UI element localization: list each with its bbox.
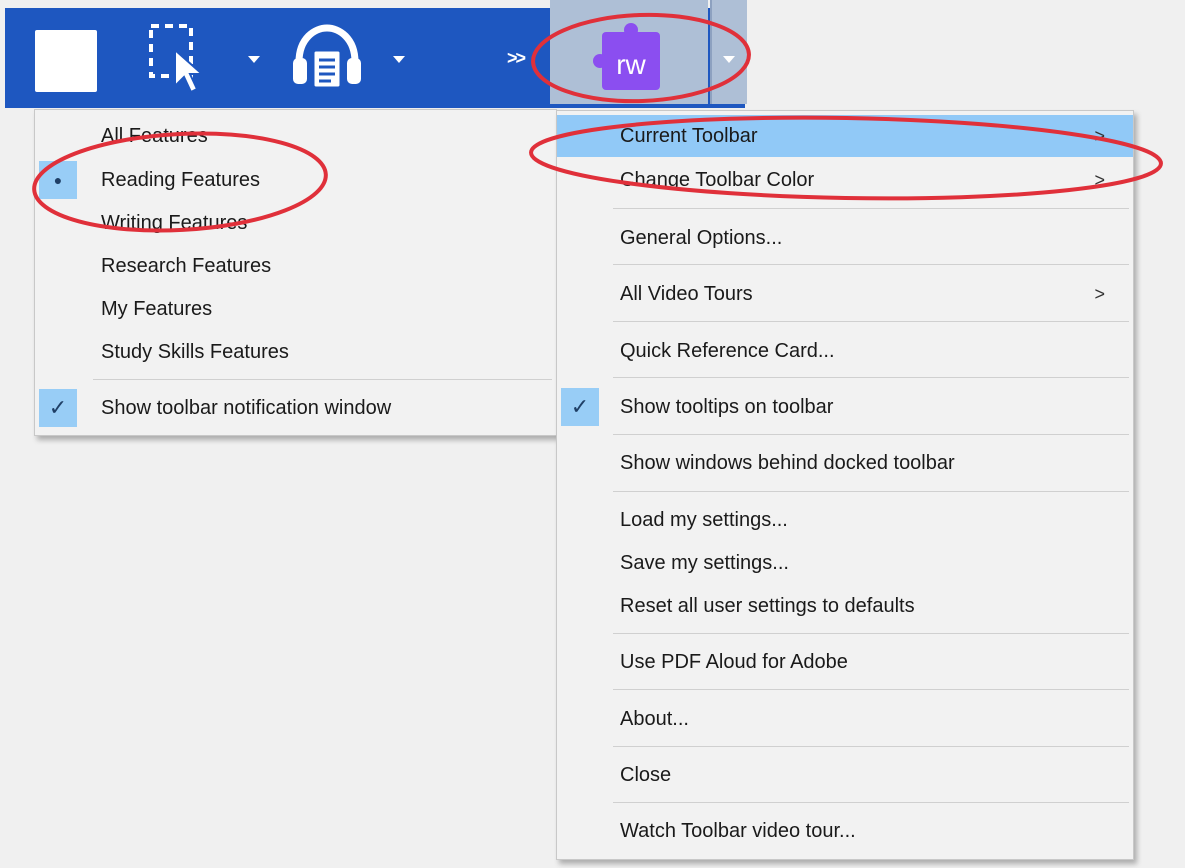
menu-item-label: General Options... — [620, 227, 783, 249]
menu-separator — [613, 208, 1129, 209]
menu-item-about[interactable]: About... — [557, 698, 1133, 740]
menu-separator — [613, 434, 1129, 435]
docked-toolbar: >> rw — [5, 0, 747, 108]
menu-separator — [613, 633, 1129, 634]
bullet-icon: ● — [53, 172, 63, 188]
menu-item-label: My Features — [101, 298, 213, 320]
menu-item-quick-reference-card[interactable]: Quick Reference Card... — [557, 330, 1133, 372]
menu-item-writing-features[interactable]: Writing Features — [35, 203, 556, 243]
menu-item-all-features[interactable]: All Features — [35, 116, 556, 156]
rw-menu-dropdown[interactable] — [710, 0, 747, 104]
menu-item-label: Load my settings... — [620, 509, 788, 531]
rw-options-menu: Current Toolbar > Change Toolbar Color >… — [556, 110, 1134, 860]
checkmark-box: ✓ — [561, 388, 599, 426]
blank-tool-button[interactable] — [35, 30, 97, 92]
menu-item-label: Change Toolbar Color — [620, 169, 815, 191]
menu-item-label: Current Toolbar — [620, 125, 758, 147]
menu-separator — [93, 379, 552, 380]
menu-item-label: All Features — [101, 125, 208, 147]
checkmark-box: ✓ — [39, 389, 77, 427]
rw-menu-button[interactable]: rw — [550, 0, 708, 104]
menu-item-show-tooltips[interactable]: ✓ Show tooltips on toolbar — [557, 386, 1133, 428]
menu-item-close[interactable]: Close — [557, 754, 1133, 796]
menu-item-label: Reset all user settings to defaults — [620, 595, 915, 617]
rw-dropdown-arrow-icon — [723, 56, 735, 63]
menu-separator — [613, 264, 1129, 265]
menu-item-general-options[interactable]: General Options... — [557, 217, 1133, 259]
menu-item-label: Writing Features — [101, 212, 248, 234]
feature-set-menu: All Features ● Reading Features Writing … — [34, 109, 557, 436]
menu-item-label: Research Features — [101, 255, 272, 277]
menu-item-label: Save my settings... — [620, 552, 789, 574]
selected-bullet-mark: ● — [39, 161, 77, 199]
menu-item-change-toolbar-color[interactable]: Change Toolbar Color > — [557, 159, 1133, 201]
menu-item-show-notification-window[interactable]: ✓ Show toolbar notification window — [35, 386, 556, 430]
screen-select-icon[interactable] — [145, 20, 215, 98]
menu-item-study-skills-features[interactable]: Study Skills Features — [35, 332, 556, 372]
menu-separator — [613, 377, 1129, 378]
menu-item-current-toolbar[interactable]: Current Toolbar > — [557, 115, 1133, 157]
menu-separator — [613, 802, 1129, 803]
menu-item-watch-toolbar-tour[interactable]: Watch Toolbar video tour... — [557, 810, 1133, 852]
menu-item-label: Use PDF Aloud for Adobe — [620, 651, 848, 673]
headphones-icon[interactable] — [287, 18, 367, 98]
checkmark-icon: ✓ — [48, 395, 68, 420]
menu-item-reading-features[interactable]: ● Reading Features — [35, 160, 556, 200]
checkmark-icon: ✓ — [570, 394, 590, 419]
menu-item-label: Reading Features — [101, 169, 260, 191]
menu-item-use-pdf-aloud[interactable]: Use PDF Aloud for Adobe — [557, 641, 1133, 683]
menu-item-label: Show tooltips on toolbar — [620, 396, 834, 418]
menu-item-label: Watch Toolbar video tour... — [620, 820, 856, 842]
menu-item-label: Show toolbar notification window — [101, 397, 392, 419]
menu-item-label: All Video Tours — [620, 283, 753, 305]
speech-dropdown-arrow-icon[interactable] — [393, 56, 405, 63]
menu-item-reset-settings[interactable]: Reset all user settings to defaults — [557, 585, 1133, 627]
menu-item-my-features[interactable]: My Features — [35, 289, 556, 329]
rw-puzzle-logo-icon: rw — [590, 18, 670, 98]
rw-logo-text: rw — [616, 49, 646, 80]
select-dropdown-arrow-icon[interactable] — [248, 56, 260, 63]
menu-item-label: Show windows behind docked toolbar — [620, 452, 955, 474]
menu-separator — [613, 746, 1129, 747]
menu-item-label: Close — [620, 764, 672, 786]
menu-item-show-windows-behind[interactable]: Show windows behind docked toolbar — [557, 442, 1133, 484]
menu-item-all-video-tours[interactable]: All Video Tours > — [557, 273, 1133, 315]
menu-item-label: About... — [620, 708, 689, 730]
menu-item-label: Study Skills Features — [101, 341, 289, 363]
menu-item-label: Quick Reference Card... — [620, 340, 835, 362]
menu-separator — [613, 321, 1129, 322]
menu-separator — [613, 689, 1129, 690]
menu-item-load-settings[interactable]: Load my settings... — [557, 499, 1133, 541]
menu-item-research-features[interactable]: Research Features — [35, 246, 556, 286]
menu-item-save-settings[interactable]: Save my settings... — [557, 542, 1133, 584]
submenu-chevron-icon: > — [1094, 170, 1105, 190]
submenu-chevron-icon: > — [1094, 126, 1105, 146]
toolbar-overflow-button[interactable]: >> — [507, 48, 526, 69]
submenu-chevron-icon: > — [1094, 284, 1105, 304]
menu-separator — [613, 491, 1129, 492]
